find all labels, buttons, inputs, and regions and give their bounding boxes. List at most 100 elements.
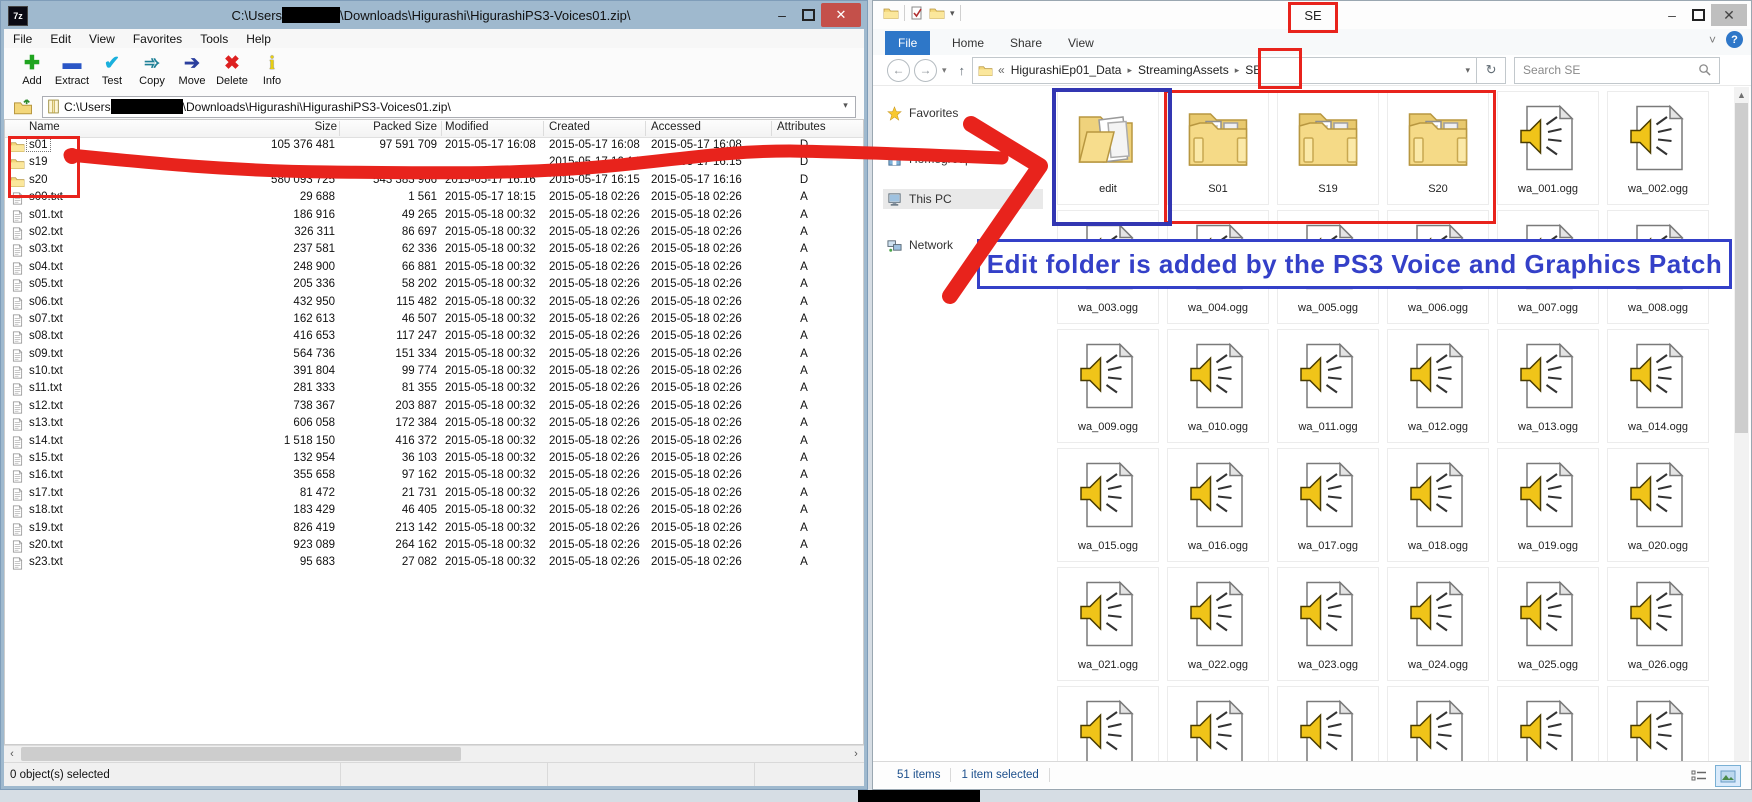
file-tile-wa_015.ogg[interactable]: wa_015.ogg — [1057, 448, 1159, 562]
breadcrumb-segment[interactable]: HigurashiEp01_Data — [1011, 63, 1122, 77]
file-name[interactable]: s15.txt — [29, 452, 63, 464]
move-button[interactable]: ➔Move — [172, 48, 212, 92]
file-tile-wa_026.ogg[interactable]: wa_026.ogg — [1607, 567, 1709, 681]
archive-row-s23.txt[interactable]: s23.txt95 68327 0822015-05-18 00:322015-… — [5, 555, 863, 572]
close-button[interactable]: ✕ — [821, 3, 861, 27]
file-name[interactable]: s02.txt — [29, 226, 63, 238]
file-name[interactable]: s18.txt — [29, 504, 63, 516]
nav-item-network[interactable]: Network — [887, 235, 953, 255]
file-tile-wa_011.ogg[interactable]: wa_011.ogg — [1277, 329, 1379, 443]
file-name[interactable]: s06.txt — [29, 296, 63, 308]
file-tile-35[interactable] — [1607, 686, 1709, 763]
file-tile-34[interactable] — [1497, 686, 1599, 763]
file-name[interactable]: s00.txt — [29, 191, 63, 203]
folder-tile-S01[interactable]: S01 — [1167, 91, 1269, 205]
quick-access-dropdown-icon[interactable]: ▾ — [950, 8, 955, 19]
file-name[interactable]: s08.txt — [29, 330, 63, 342]
minimize-button[interactable]: – — [1659, 4, 1685, 26]
menu-edit[interactable]: Edit — [41, 32, 80, 46]
file-tile-wa_023.ogg[interactable]: wa_023.ogg — [1277, 567, 1379, 681]
file-name[interactable]: s04.txt — [29, 261, 63, 273]
up-button[interactable]: ↑ — [959, 63, 966, 78]
file-name[interactable]: s10.txt — [29, 365, 63, 377]
file-tile-wa_020.ogg[interactable]: wa_020.ogg — [1607, 448, 1709, 562]
column-header-accessed[interactable]: Accessed — [651, 121, 701, 133]
archive-row-s02.txt[interactable]: s02.txt326 31186 6972015-05-18 00:322015… — [5, 225, 863, 242]
add-button[interactable]: ✚Add — [12, 48, 52, 92]
tab-view[interactable]: View — [1055, 31, 1107, 55]
scrollbar-thumb[interactable] — [1735, 103, 1748, 433]
archive-row-s03.txt[interactable]: s03.txt237 58162 3362015-05-18 00:322015… — [5, 242, 863, 259]
file-tile-33[interactable] — [1387, 686, 1489, 763]
file-tile-wa_021.ogg[interactable]: wa_021.ogg — [1057, 567, 1159, 681]
address-dropdown-icon[interactable]: ▾ — [1466, 65, 1471, 76]
archive-row-s01.txt[interactable]: s01.txt186 91649 2652015-05-18 00:322015… — [5, 208, 863, 225]
folder-tile-S19[interactable]: S19 — [1277, 91, 1379, 205]
archive-row-s00.txt[interactable]: s00.txt29 6881 5612015-05-17 18:152015-0… — [5, 190, 863, 207]
column-header-size[interactable]: Size — [233, 121, 337, 133]
column-header-created[interactable]: Created — [549, 121, 590, 133]
archive-row-s18.txt[interactable]: s18.txt183 42946 4052015-05-18 00:322015… — [5, 503, 863, 520]
search-box[interactable]: Search SE — [1514, 57, 1720, 84]
7zip-titlebar[interactable]: 7z C:\Users\Downloads\Higurashi\Higurash… — [1, 1, 867, 29]
back-button[interactable]: ← — [887, 59, 910, 82]
file-name[interactable]: s09.txt — [29, 348, 63, 360]
file-name[interactable]: s14.txt — [29, 435, 63, 447]
column-header-attributes[interactable]: Attributes — [777, 121, 826, 133]
archive-row-s16.txt[interactable]: s16.txt355 65897 1622015-05-18 00:322015… — [5, 468, 863, 485]
file-tile-wa_010.ogg[interactable]: wa_010.ogg — [1167, 329, 1269, 443]
menu-favorites[interactable]: Favorites — [124, 32, 191, 46]
file-name[interactable]: s20.txt — [29, 539, 63, 551]
archive-row-s15.txt[interactable]: s15.txt132 95436 1032015-05-18 00:322015… — [5, 451, 863, 468]
parent-folder-button[interactable] — [10, 97, 36, 117]
scroll-left-icon[interactable]: ‹ — [4, 746, 20, 762]
column-header-name[interactable]: Name — [29, 121, 60, 133]
file-tile-wa_016.ogg[interactable]: wa_016.ogg — [1167, 448, 1269, 562]
menu-view[interactable]: View — [80, 32, 124, 46]
archive-row-s17.txt[interactable]: s17.txt81 47221 7312015-05-18 00:322015-… — [5, 486, 863, 503]
maximize-button[interactable] — [795, 4, 821, 26]
file-tile-wa_018.ogg[interactable]: wa_018.ogg — [1387, 448, 1489, 562]
menu-file[interactable]: File — [4, 32, 41, 46]
file-name[interactable]: s01 — [27, 139, 50, 151]
archive-row-s12.txt[interactable]: s12.txt738 367203 8872015-05-18 00:32201… — [5, 399, 863, 416]
file-name[interactable]: s05.txt — [29, 278, 63, 290]
delete-button[interactable]: ✖Delete — [212, 48, 252, 92]
file-tile-31[interactable] — [1167, 686, 1269, 763]
file-name[interactable]: s01.txt — [29, 209, 63, 221]
archive-row-s01[interactable]: s01105 376 48197 591 7092015-05-17 16:08… — [5, 138, 863, 155]
forward-button[interactable]: → — [914, 59, 937, 82]
test-button[interactable]: ✔Test — [92, 48, 132, 92]
archive-row-s08.txt[interactable]: s08.txt416 653117 2472015-05-18 00:32201… — [5, 329, 863, 346]
archive-row-s19.txt[interactable]: s19.txt826 419213 1422015-05-18 00:32201… — [5, 521, 863, 538]
explorer-titlebar[interactable]: ▾ SE – ✕ — [873, 1, 1751, 29]
file-tile-wa_022.ogg[interactable]: wa_022.ogg — [1167, 567, 1269, 681]
archive-row-s10.txt[interactable]: s10.txt391 80499 7742015-05-18 00:322015… — [5, 364, 863, 381]
menu-help[interactable]: Help — [237, 32, 280, 46]
file-tile-30[interactable] — [1057, 686, 1159, 763]
tab-share[interactable]: Share — [997, 31, 1055, 55]
archive-row-s04.txt[interactable]: s04.txt248 90066 8812015-05-18 00:322015… — [5, 260, 863, 277]
archive-row-s11.txt[interactable]: s11.txt281 33381 3552015-05-18 00:322015… — [5, 381, 863, 398]
archive-row-s19[interactable]: s192015-05-17 16:142015-05-17 16:15D — [5, 155, 863, 172]
minimize-button[interactable]: – — [769, 4, 795, 26]
file-tile-wa_014.ogg[interactable]: wa_014.ogg — [1607, 329, 1709, 443]
address-dropdown-icon[interactable]: ▾ — [838, 98, 853, 114]
file-name[interactable]: s16.txt — [29, 469, 63, 481]
file-tile-wa_013.ogg[interactable]: wa_013.ogg — [1497, 329, 1599, 443]
nav-item-favorites[interactable]: Favorites — [887, 103, 958, 123]
file-name[interactable]: s03.txt — [29, 243, 63, 255]
column-header-modified[interactable]: Modified — [445, 121, 488, 133]
vertical-scrollbar[interactable]: ▲ — [1734, 87, 1749, 761]
file-tile-wa_001.ogg[interactable]: wa_001.ogg — [1497, 91, 1599, 205]
file-name[interactable]: s07.txt — [29, 313, 63, 325]
file-tile-wa_017.ogg[interactable]: wa_017.ogg — [1277, 448, 1379, 562]
horizontal-scrollbar[interactable]: ‹ › — [4, 745, 864, 763]
ribbon-collapse-icon[interactable]: ˅ — [1709, 33, 1716, 47]
file-name[interactable]: s20 — [29, 174, 48, 186]
archive-row-s07.txt[interactable]: s07.txt162 61346 5072015-05-18 00:322015… — [5, 312, 863, 329]
tab-file[interactable]: File — [885, 31, 930, 55]
details-view-button[interactable] — [1687, 766, 1711, 786]
archive-row-s14.txt[interactable]: s14.txt1 518 150416 3722015-05-18 00:322… — [5, 434, 863, 451]
refresh-button[interactable]: ↻ — [1477, 57, 1506, 84]
